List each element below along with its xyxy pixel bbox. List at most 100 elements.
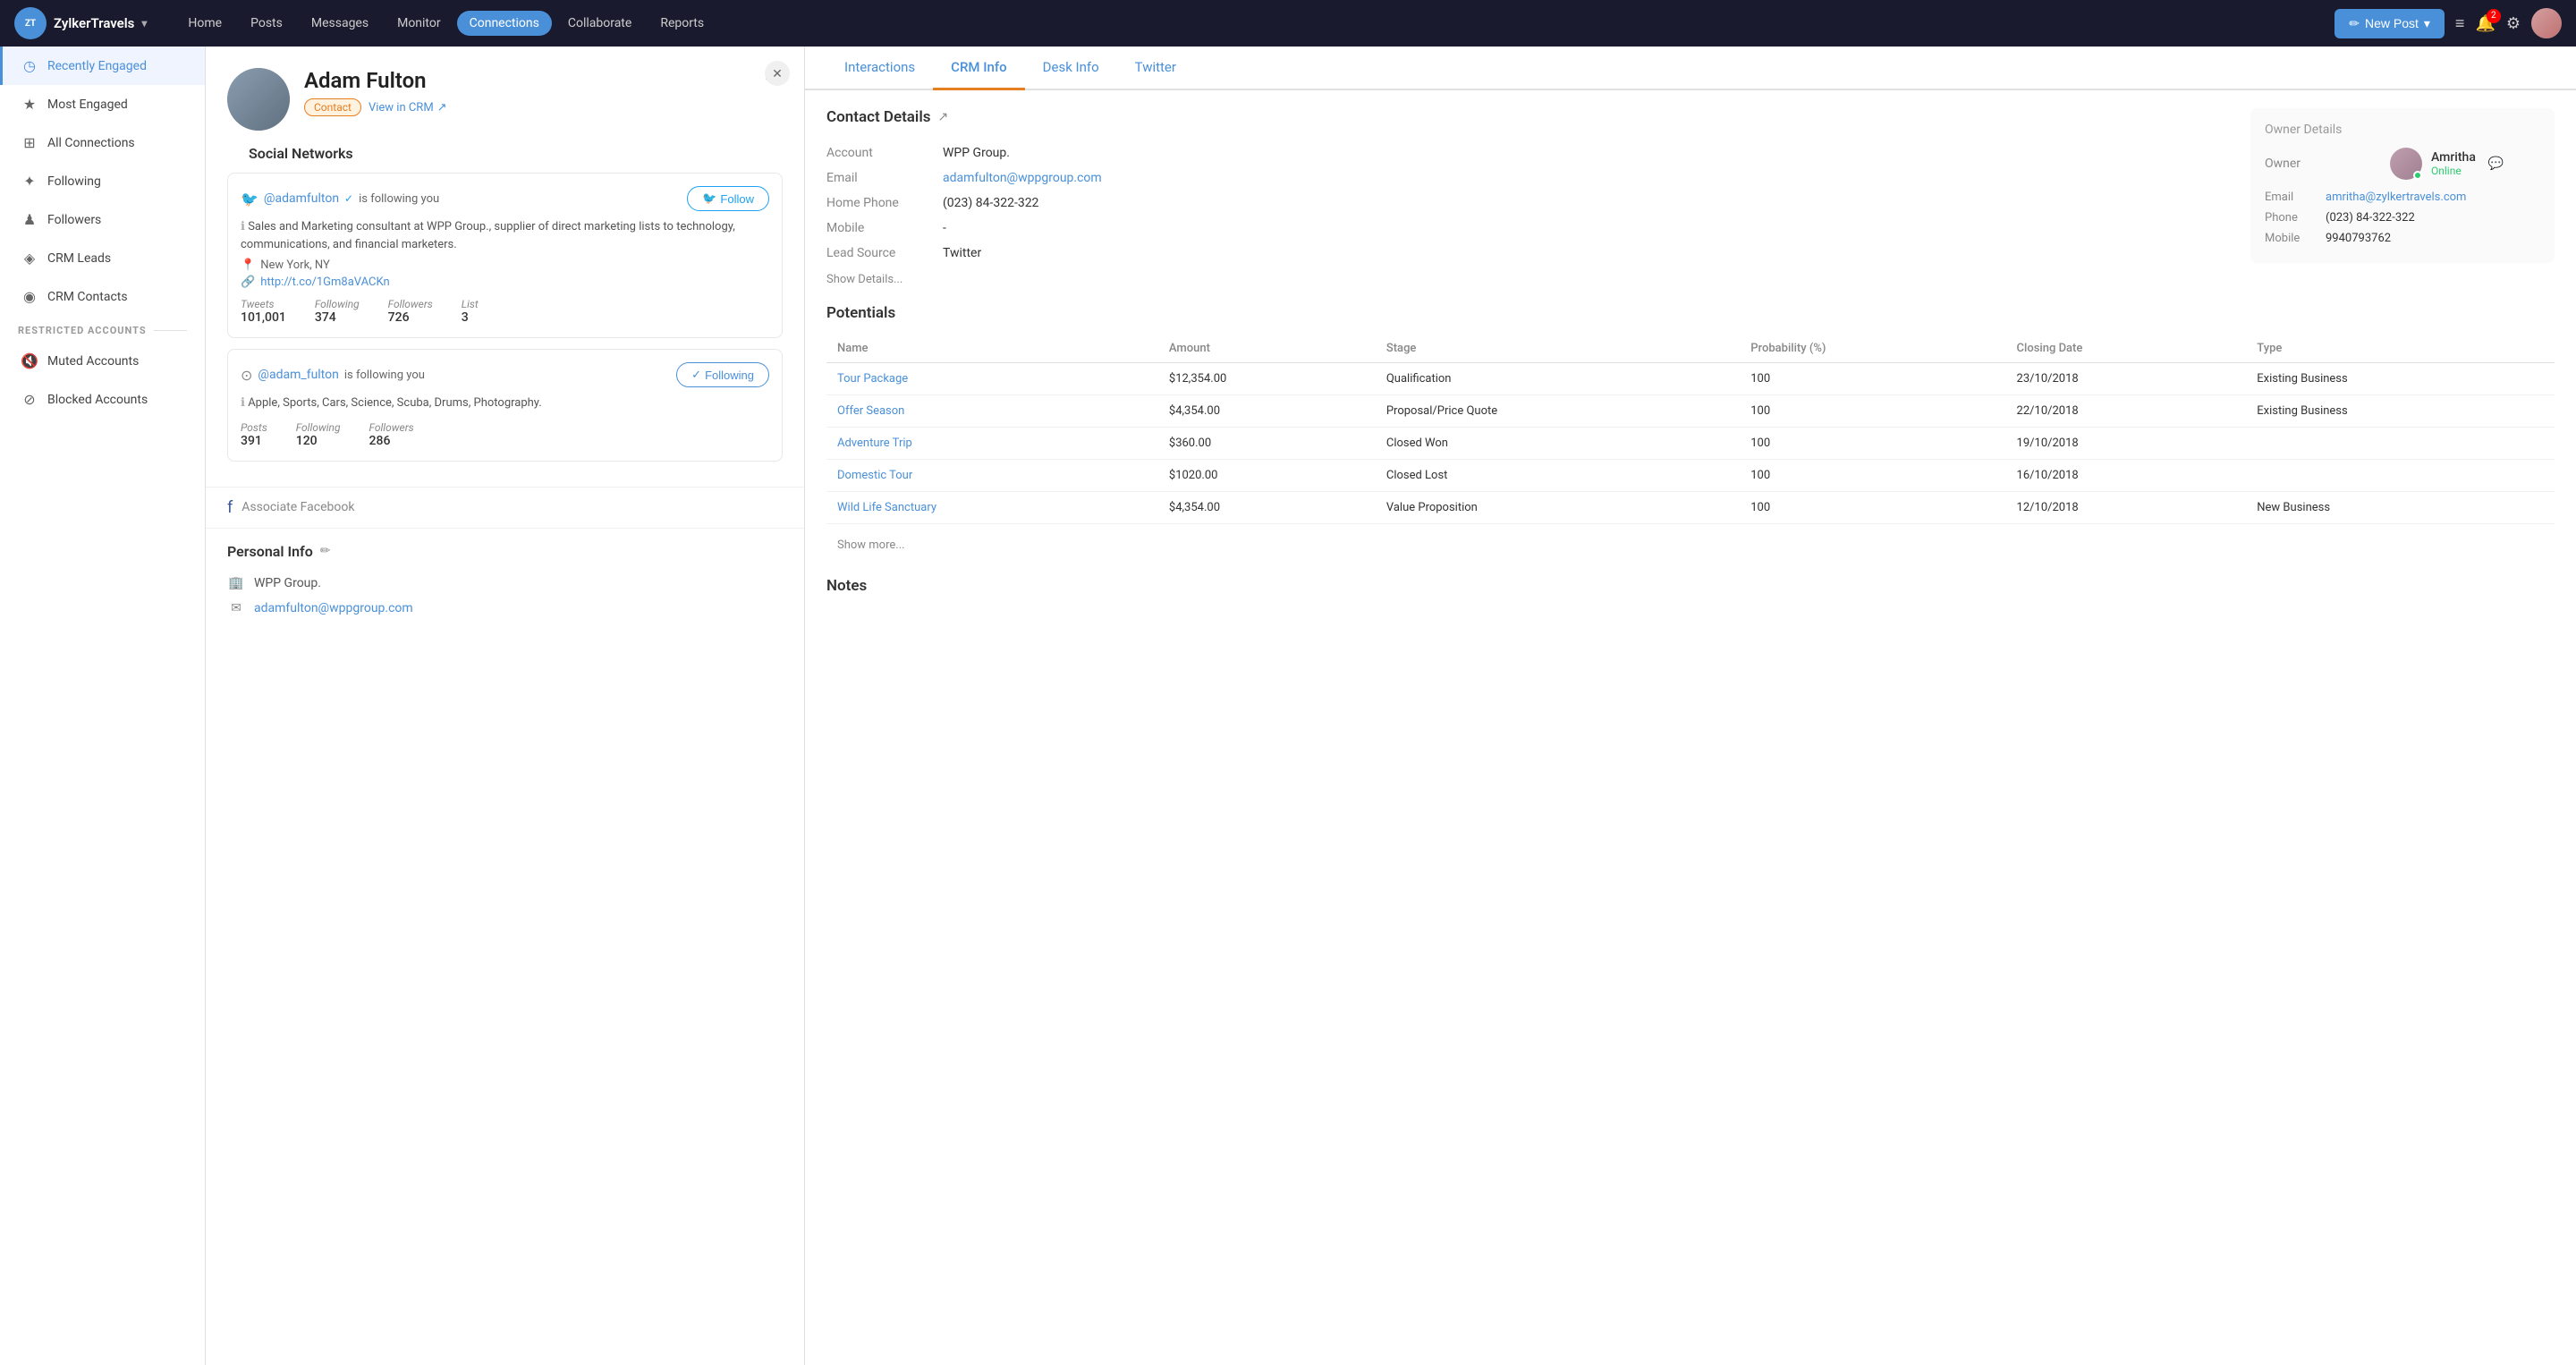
twitter-following-you-text: is following you: [359, 192, 439, 206]
potential-name[interactable]: Wild Life Sanctuary: [826, 492, 1158, 524]
twitter-follow-button[interactable]: 🐦 Follow: [687, 186, 769, 211]
sidebar-item-crm-leads[interactable]: ◈ CRM Leads: [0, 239, 205, 277]
contact-details-external-link-icon[interactable]: ↗: [938, 110, 949, 124]
sidebar-item-followers[interactable]: ♟ Followers: [0, 200, 205, 239]
link-icon: 🔗: [241, 276, 255, 289]
nav-item-messages[interactable]: Messages: [299, 11, 381, 36]
owner-section: Owner Details Owner Amritha Online: [2250, 108, 2555, 263]
main-content: ✕ Adam Fulton Contact View in CRM ↗: [206, 47, 2576, 1365]
followers-icon: ♟: [21, 211, 38, 228]
twitter-stat-followers: Followers 726: [388, 298, 433, 325]
twitter-link[interactable]: 🔗 http://t.co/1Gm8aVACKn: [241, 276, 769, 289]
sidebar-label-muted-accounts: Muted Accounts: [47, 354, 139, 369]
personal-info-company: WPP Group.: [254, 576, 321, 590]
info-icon: ℹ: [241, 220, 245, 233]
instagram-username[interactable]: @adam_fulton: [258, 368, 338, 382]
brand-logo-section[interactable]: ZT ZylkerTravels ▾: [14, 7, 147, 39]
profile-name-section: Adam Fulton Contact View in CRM ↗: [304, 68, 750, 116]
nav-item-reports[interactable]: Reports: [648, 11, 716, 36]
tab-interactions[interactable]: Interactions: [826, 47, 933, 90]
twitter-username[interactable]: @adamfulton: [264, 191, 339, 206]
nav-item-home[interactable]: Home: [175, 11, 234, 36]
potential-name[interactable]: Domestic Tour: [826, 460, 1158, 492]
avatar-image: [2531, 8, 2562, 38]
personal-info-email[interactable]: adamfulton@wppgroup.com: [254, 601, 413, 615]
sidebar-item-recently-engaged[interactable]: ◷ Recently Engaged: [0, 47, 205, 85]
twitter-bio: ℹ Sales and Marketing consultant at WPP …: [241, 218, 769, 253]
owner-chat-icon: 💬: [2488, 157, 2504, 171]
potential-stage: Closed Lost: [1376, 460, 1740, 492]
instagram-stat-posts: Posts 391: [241, 421, 267, 448]
nav-item-posts[interactable]: Posts: [238, 11, 295, 36]
twitter-icon: 🐦: [241, 191, 258, 208]
owner-online-status: Online: [2431, 165, 2476, 177]
crm-panel: Interactions CRM Info Desk Info Twitter …: [805, 47, 2576, 1365]
most-engaged-icon: ★: [21, 96, 38, 113]
sidebar-item-following[interactable]: ✦ Following: [0, 162, 205, 200]
potential-type: [2246, 460, 2555, 492]
twitter-stat-list: List 3: [462, 298, 479, 325]
potential-closing-date: 23/10/2018: [2006, 363, 2247, 395]
instagram-icon: ⊙: [241, 367, 252, 384]
twitter-location: 📍 New York, NY: [241, 259, 769, 272]
instagram-following-you-text: is following you: [344, 369, 425, 382]
online-status-dot: [2413, 171, 2422, 180]
personal-info-header: Personal Info ✏: [227, 543, 783, 560]
potential-name[interactable]: Offer Season: [826, 395, 1158, 428]
instagram-stats: Posts 391 Following 120 Followers 286: [241, 421, 769, 448]
location-icon: 📍: [241, 259, 255, 272]
notes-section: Notes: [826, 577, 2555, 595]
notes-title: Notes: [826, 577, 2555, 595]
notification-icon[interactable]: 🔔 2: [2475, 14, 2495, 33]
tab-crm-info[interactable]: CRM Info: [933, 47, 1024, 90]
profile-tags: Contact View in CRM ↗: [304, 98, 750, 116]
potential-name[interactable]: Adventure Trip: [826, 428, 1158, 460]
nav-item-connections[interactable]: Connections: [457, 11, 552, 36]
potential-amount: $4,354.00: [1158, 395, 1376, 428]
owner-email-label: Email: [2265, 191, 2318, 204]
sidebar-restricted-section: 🔇 Muted Accounts ⊘ Blocked Accounts: [0, 342, 205, 419]
edit-personal-info-icon[interactable]: ✏: [320, 544, 331, 558]
show-details-link[interactable]: Show Details...: [826, 273, 2229, 286]
sidebar-item-blocked-accounts[interactable]: ⊘ Blocked Accounts: [0, 380, 205, 419]
twitter-stat-following: Following 374: [315, 298, 360, 325]
settings-icon[interactable]: ⚙: [2506, 14, 2521, 33]
blocked-accounts-icon: ⊘: [21, 391, 38, 408]
contact-details-title: Contact Details: [826, 108, 931, 126]
show-more-potentials-link[interactable]: Show more...: [826, 531, 2555, 559]
view-crm-link[interactable]: View in CRM ↗: [369, 101, 447, 114]
all-connections-icon: ⊞: [21, 134, 38, 151]
potential-type: [2246, 428, 2555, 460]
potential-amount: $4,354.00: [1158, 492, 1376, 524]
potential-probability: 100: [1740, 395, 2005, 428]
nav-item-collaborate[interactable]: Collaborate: [555, 11, 644, 36]
personal-info-section: Personal Info ✏ 🏢 WPP Group. ✉ adamfulto…: [206, 528, 804, 635]
tab-twitter[interactable]: Twitter: [1117, 47, 1194, 90]
sidebar-item-muted-accounts[interactable]: 🔇 Muted Accounts: [0, 342, 205, 380]
owner-email-value[interactable]: amritha@zylkertravels.com: [2326, 191, 2466, 204]
associate-facebook-button[interactable]: f Associate Facebook: [206, 487, 804, 528]
lead-source-label: Lead Source: [826, 246, 943, 260]
nav-item-monitor[interactable]: Monitor: [385, 11, 453, 36]
close-profile-button[interactable]: ✕: [765, 61, 790, 86]
email-value[interactable]: adamfulton@wppgroup.com: [943, 171, 1102, 185]
sidebar-item-most-engaged[interactable]: ★ Most Engaged: [0, 85, 205, 123]
personal-info-email-row: ✉ adamfulton@wppgroup.com: [227, 596, 783, 621]
potential-closing-date: 12/10/2018: [2006, 492, 2247, 524]
sidebar-item-all-connections[interactable]: ⊞ All Connections: [0, 123, 205, 162]
owner-phone-value: (023) 84-322-322: [2326, 211, 2415, 225]
instagram-following-button[interactable]: ✓ Following: [676, 362, 769, 387]
follow-bird-icon: 🐦: [702, 191, 716, 206]
sidebar-label-all-connections: All Connections: [47, 136, 135, 150]
th-probability: Probability (%): [1740, 335, 2005, 363]
potential-name[interactable]: Tour Package: [826, 363, 1158, 395]
tab-desk-info[interactable]: Desk Info: [1025, 47, 1117, 90]
table-row: Domestic Tour $1020.00 Closed Lost 100 1…: [826, 460, 2555, 492]
sidebar-item-crm-contacts[interactable]: ◉ CRM Contacts: [0, 277, 205, 316]
table-row: Wild Life Sanctuary $4,354.00 Value Prop…: [826, 492, 2555, 524]
user-avatar[interactable]: [2531, 8, 2562, 38]
twitter-stats: Tweets 101,001 Following 374 Followers 7…: [241, 298, 769, 325]
menu-icon[interactable]: ≡: [2455, 14, 2465, 33]
new-post-button[interactable]: ✏ New Post ▾: [2334, 9, 2445, 38]
potentials-title: Potentials: [826, 304, 2555, 322]
